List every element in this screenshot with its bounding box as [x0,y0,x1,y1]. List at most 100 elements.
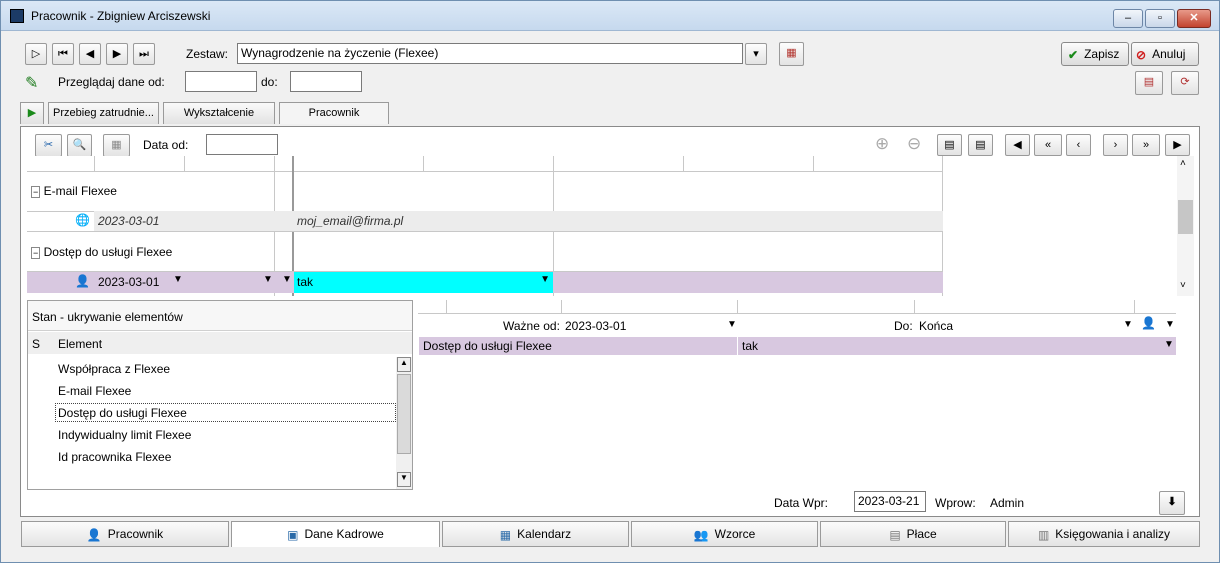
nav-first-disabled-icon[interactable]: ▷ [25,43,47,65]
list-item-selected[interactable]: Dostęp do usługi Flexee [58,406,187,420]
close-button[interactable]: ✕ [1177,9,1211,28]
bottom-tab-ksiegowania[interactable]: ▥ Księgowania i analizy [1008,521,1200,547]
chevron-down-icon[interactable]: ▼ [263,274,273,285]
browse-to-input[interactable] [290,71,362,92]
tab-przebieg[interactable]: Przebieg zatrudnie... [48,102,159,124]
save-button[interactable]: ✔ Zapisz [1061,42,1129,66]
grid-scrollbar[interactable]: ˄ ˅ [1177,156,1194,296]
nav-last-icon[interactable]: ⏭ [133,43,155,65]
tab-pracownik[interactable]: Pracownik [279,102,389,124]
minimize-button[interactable]: – [1113,9,1143,28]
group-access-row[interactable]: − Dostęp do usługi Flexee [31,245,172,259]
last-page-icon[interactable]: ▶ [1165,134,1190,156]
state-panel: Stan - ukrywanie elementów S Element Wsp… [27,300,413,490]
grid-add-icon[interactable]: ▤ [937,134,962,156]
calendar-grid-icon[interactable]: ▦ [103,134,130,157]
bottom-tab-dane-kadrowe[interactable]: ▣ Dane Kadrowe [231,521,440,547]
nav-prev-icon[interactable]: ◀ [79,43,101,65]
list-item[interactable]: E-mail Flexee [58,384,131,398]
ledger-icon: ▥ [1037,527,1050,542]
title-bar: Pracownik - Zbigniew Arciszewski – ▫ ✕ [1,1,1219,31]
do-label: Do: [894,319,913,333]
browse-from-input[interactable] [185,71,257,92]
email-date: 2023-03-01 [98,214,160,228]
scroll-down-icon[interactable]: ▼ [397,472,411,487]
detail-row-value[interactable]: tak [742,339,758,353]
id-card-icon: ▣ [287,527,299,542]
chevron-down-icon[interactable]: ▼ [727,319,737,330]
data-od-label: Data od: [143,138,189,152]
calendar-icon: ▦ [499,527,512,542]
collapse-icon[interactable]: − [31,186,41,198]
data-wpr-label: Data Wpr: [774,496,829,510]
check-icon: ✔ [1068,47,1079,62]
chevron-down-icon[interactable]: ▼ [540,274,550,285]
fast-back-icon[interactable]: « [1034,134,1062,156]
first-page-icon[interactable]: ◀ [1005,134,1030,156]
user-icon[interactable]: 👤 [1141,316,1156,330]
list-item[interactable]: Współpraca z Flexee [58,362,170,376]
wazne-od-label: Ważne od: [503,319,560,333]
chevron-down-icon[interactable]: ▼ [1164,339,1174,350]
window-title: Pracownik - Zbigniew Arciszewski [31,9,211,23]
detail-row-name: Dostęp do usługi Flexee [423,339,552,353]
data-od-input[interactable] [206,134,278,155]
fast-forward-icon[interactable]: » [1132,134,1160,156]
add-row-icon[interactable]: ⊕ [875,134,889,154]
scroll-thumb[interactable] [1178,200,1193,234]
bottom-tab-pracownik[interactable]: 👤 Pracownik [21,521,229,547]
col-s-header: S [32,337,41,351]
bottom-tab-kalendarz[interactable]: ▦ Kalendarz [442,521,629,547]
globe-icon: 🌐 [75,213,90,227]
wazne-od-value[interactable]: 2023-03-01 [565,319,626,333]
prev-page-icon[interactable]: ‹ [1066,134,1091,156]
chevron-down-icon[interactable]: ▼ [173,274,183,285]
zestaw-dropdown-icon[interactable]: ▾ [745,43,767,65]
collapse-icon[interactable]: − [31,247,41,259]
chevron-down-icon[interactable]: ▼ [1165,319,1175,330]
bottom-tab-wzorce[interactable]: 👥 Wzorce [631,521,818,547]
user-icon: 👤 [75,274,90,288]
wprow-value: Admin [990,496,1025,510]
chevron-down-icon[interactable]: ▼ [282,274,292,285]
main-window: Pracownik - Zbigniew Arciszewski – ▫ ✕ ▷… [0,0,1220,563]
zestaw-select[interactable]: Wynagrodzenie na życzenie (Flexee) [237,43,743,64]
table-row[interactable] [94,211,943,231]
export-icon[interactable]: ▤ [1135,71,1163,95]
users-icon: 👥 [693,527,709,542]
nav-first-icon[interactable]: ⏮ [52,43,74,65]
list-item[interactable]: Id pracownika Flexee [58,450,171,464]
refresh-icon[interactable]: ⟳ [1171,71,1199,95]
scroll-down-icon[interactable]: ˅ [1180,280,1186,291]
tab-wyksztalcenie[interactable]: Wykształcenie [163,102,275,124]
group-email-row[interactable]: − E-mail Flexee [31,184,117,198]
grid-edit-icon[interactable]: ▤ [968,134,993,156]
list-scrollbar[interactable]: ▲ ▼ [396,357,412,489]
next-page-icon[interactable]: › [1103,134,1128,156]
access-date[interactable]: 2023-03-01 [98,275,159,289]
zestaw-config-icon[interactable]: ▦ [779,42,804,66]
data-wpr-value: 2023-03-21 [854,491,926,512]
do-value[interactable]: Końca [919,319,953,333]
browse-label: Przeglądaj dane od: [58,75,165,89]
bottom-tab-label: Wzorce [714,527,756,541]
chevron-down-icon[interactable]: ▼ [1123,319,1133,330]
bottom-tab-place[interactable]: ▤ Płace [820,521,1006,547]
maximize-button[interactable]: ▫ [1145,9,1175,28]
calculator-icon: ▤ [889,527,901,542]
remove-row-icon[interactable]: ⊖ [907,134,921,154]
tools-icon[interactable]: ✂ [35,134,62,157]
scroll-up-icon[interactable]: ˄ [1180,158,1186,169]
tab-expand-icon[interactable]: ▶ [20,102,44,124]
access-value: tak [297,275,314,289]
download-arrow-icon[interactable]: ⬇ [1159,491,1185,515]
scroll-thumb[interactable] [397,374,411,454]
nav-next-icon[interactable]: ▶ [106,43,128,65]
detail-row[interactable]: Dostęp do usługi Flexee tak ▼ [419,337,1176,355]
search-icon[interactable]: 🔍 [67,134,92,157]
access-value-cell[interactable]: tak ▼ [294,272,553,293]
cancel-button[interactable]: ⊘ Anuluj [1131,42,1199,66]
scroll-up-icon[interactable]: ▲ [397,357,411,372]
list-item[interactable]: Indywidualny limit Flexee [58,428,191,442]
bottom-tab-label: Pracownik [107,527,164,541]
